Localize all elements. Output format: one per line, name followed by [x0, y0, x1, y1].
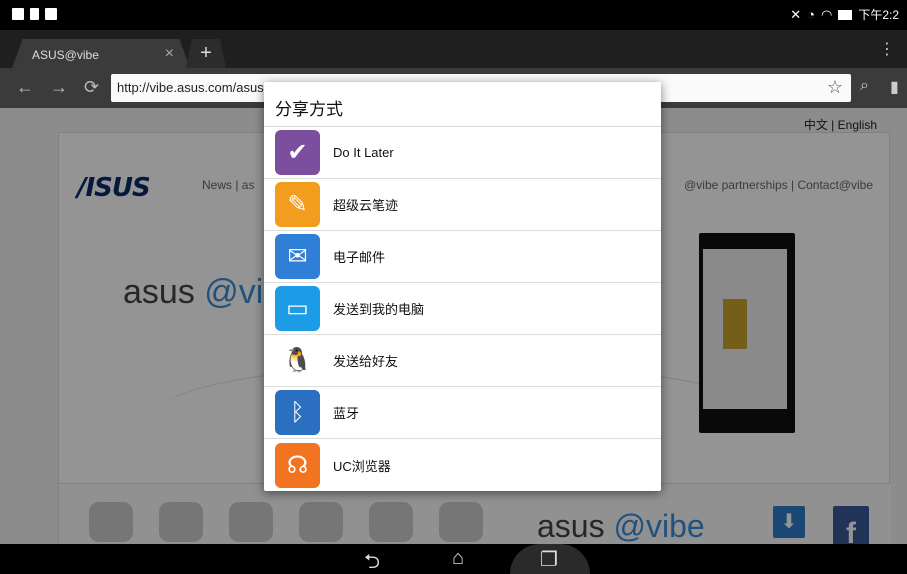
share-dialog: 分享方式 ✔ Do It Later ✎ 超级云笔迹 ✉ 电子邮件 ▭ 发送到我…: [264, 82, 661, 491]
system-icons: ✕ ◔ ◠ 下午2:2: [790, 6, 899, 23]
battery-icon: [838, 9, 853, 20]
checkmark-icon: ✔: [275, 130, 320, 175]
download-notification-icon: [45, 8, 57, 20]
back-icon[interactable]: ←: [16, 77, 34, 98]
mail-icon: ✉: [275, 234, 320, 279]
star-icon[interactable]: ☆: [827, 77, 843, 98]
close-tab-icon[interactable]: ×: [165, 45, 174, 63]
forward-icon[interactable]: →: [50, 77, 68, 98]
wifi-icon: ◠: [820, 6, 833, 22]
new-tab-button[interactable]: +: [186, 39, 226, 68]
overflow-menu-icon[interactable]: ⋮: [879, 39, 895, 59]
status-bar: ✕ ◔ ◠ 下午2:2: [0, 0, 907, 30]
share-option-bluetooth[interactable]: ᛒ 蓝牙: [264, 387, 661, 439]
tab-bar: ASUS@vibe × + ⋮: [0, 30, 907, 68]
share-option-supernote[interactable]: ✎ 超级云笔迹: [264, 179, 661, 231]
share-option-send-to-pc[interactable]: ▭ 发送到我的电脑: [264, 283, 661, 335]
recents-nav-icon[interactable]: ❐: [540, 547, 558, 572]
browser-tab[interactable]: ASUS@vibe ×: [12, 39, 190, 68]
url-text: http://vibe.asus.com/asus: [117, 80, 264, 95]
search-icon[interactable]: ⌕: [860, 77, 869, 95]
share-option-label: UC浏览器: [333, 458, 391, 474]
monitor-icon: ▭: [275, 286, 320, 331]
mute-icon: ✕: [790, 6, 802, 22]
reload-icon[interactable]: ⟳: [84, 77, 99, 98]
dialog-title: 分享方式: [264, 82, 661, 127]
share-option-label: 发送到我的电脑: [333, 302, 425, 317]
tab-title: ASUS@vibe: [32, 48, 99, 62]
home-nav-icon[interactable]: ⌂: [452, 547, 464, 570]
notification-icons: [12, 8, 57, 20]
bluetooth-icon: ᛒ: [275, 390, 320, 435]
system-nav-bar: ⮌ ⌂ ❐: [0, 544, 907, 574]
back-nav-icon[interactable]: ⮌: [364, 547, 380, 574]
document-icon: [30, 8, 39, 20]
share-option-label: 发送给好友: [333, 354, 399, 369]
share-option-label: 超级云笔迹: [333, 198, 399, 213]
share-option-label: Do It Later: [333, 145, 394, 160]
share-option-do-it-later[interactable]: ✔ Do It Later: [264, 127, 661, 179]
share-option-label: 蓝牙: [333, 406, 360, 421]
share-option-label: 电子邮件: [333, 250, 386, 265]
alarm-icon: ◔: [807, 7, 815, 22]
share-option-uc-browser[interactable]: ☊ UC浏览器: [264, 439, 661, 491]
qq-penguin-icon: 🐧: [275, 338, 320, 383]
screenshot-icon: [12, 8, 24, 20]
share-option-qq-friend[interactable]: 🐧 发送给好友: [264, 335, 661, 387]
clock: 下午2:2: [858, 8, 899, 22]
share-option-email[interactable]: ✉ 电子邮件: [264, 231, 661, 283]
pen-icon: ✎: [275, 182, 320, 227]
bookmark-icon[interactable]: ▮: [890, 77, 899, 97]
uc-browser-icon: ☊: [275, 442, 320, 488]
